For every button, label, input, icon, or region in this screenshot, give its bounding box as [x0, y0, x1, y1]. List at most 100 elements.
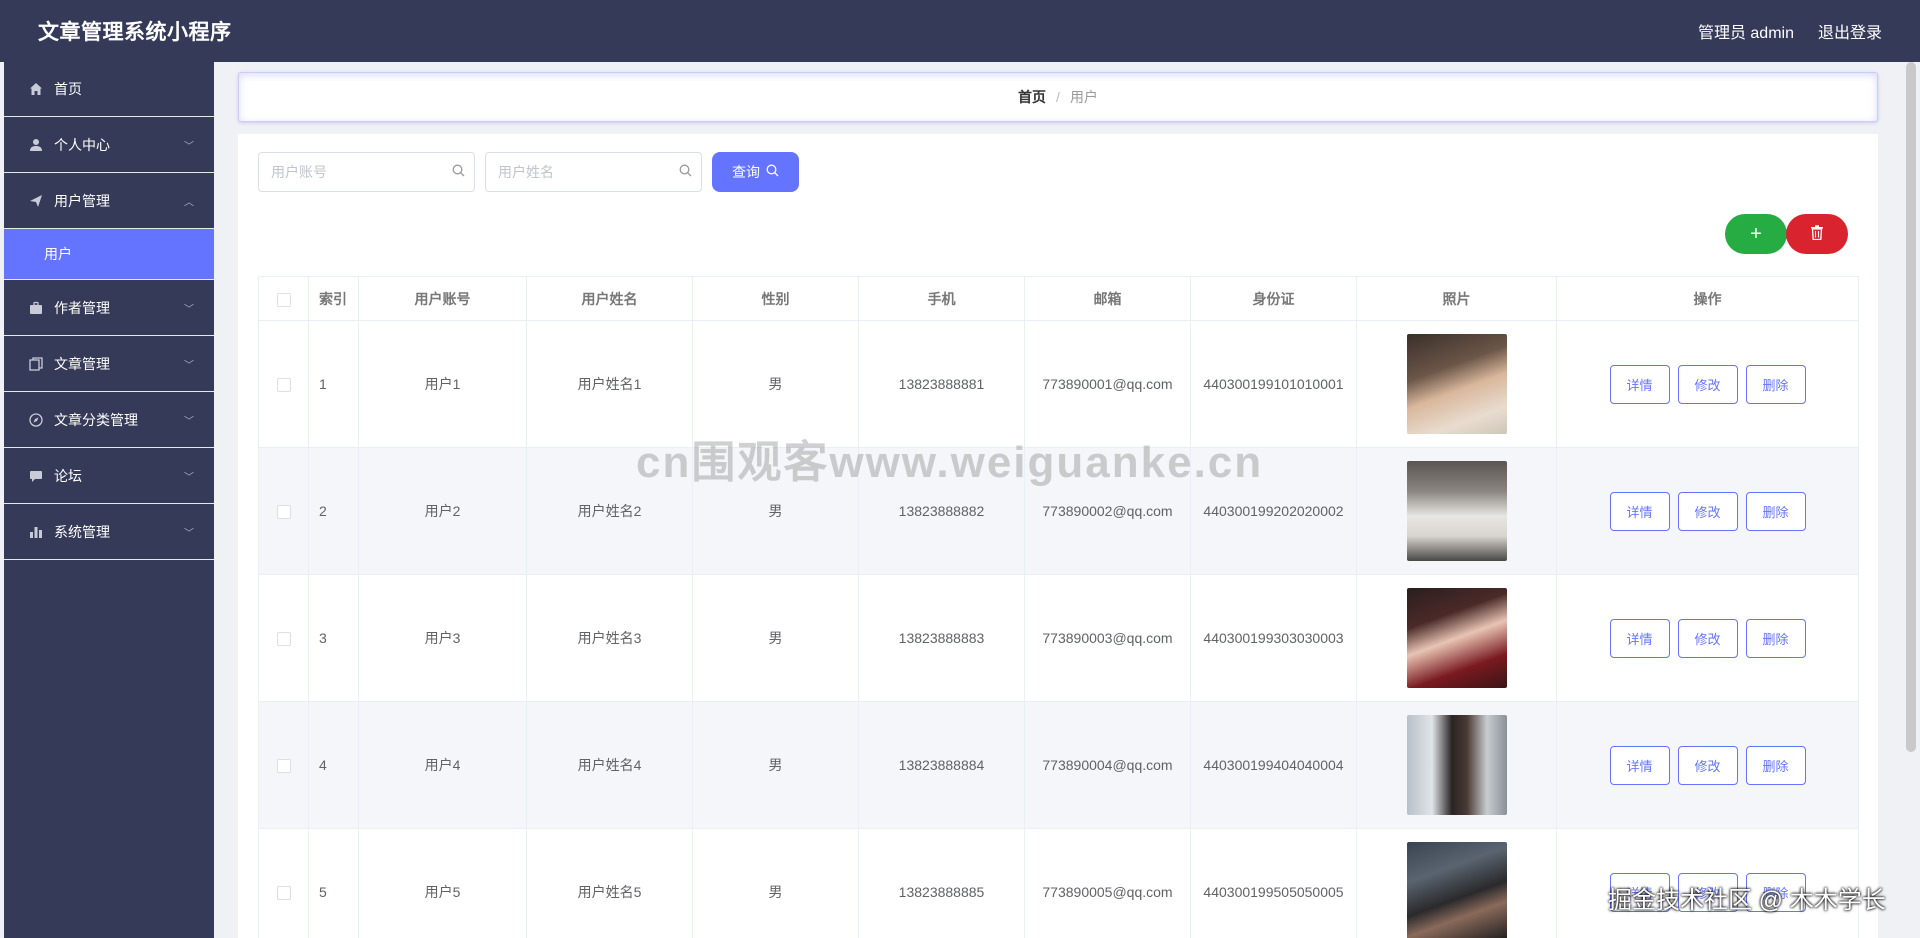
select-all-checkbox[interactable] [276, 292, 291, 307]
column-header: 索引 [308, 276, 359, 321]
email-cell: 773890003@qq.com [1024, 574, 1191, 702]
send-icon [28, 193, 44, 209]
edit-button[interactable]: 修改 [1677, 491, 1738, 531]
name-search-input[interactable] [498, 164, 679, 180]
user-photo[interactable] [1406, 334, 1507, 434]
sidebar-item-article-management[interactable]: 文章管理 ﹀ [4, 336, 214, 392]
detail-button[interactable]: 详情 [1609, 618, 1670, 658]
idcard-cell: 440300199404040004 [1190, 701, 1357, 829]
query-button[interactable]: 查询 [712, 152, 799, 192]
search-bar: 查询 [258, 152, 799, 192]
name-cell: 用户姓名2 [526, 447, 693, 575]
idcard-cell: 440300199303030003 [1190, 574, 1357, 702]
table-row: 3 用户3 用户姓名3 男 13823888883 773890003@qq.c… [258, 574, 1859, 702]
compass-icon [28, 412, 44, 428]
index-cell: 2 [308, 447, 359, 575]
delete-button[interactable]: 删除 [1745, 364, 1806, 404]
column-header: 身份证 [1190, 276, 1357, 321]
admin-label: 管理员 admin [1697, 25, 1794, 42]
home-icon [28, 81, 44, 97]
row-checkbox[interactable] [276, 759, 291, 774]
sidebar: 首页 个人中心 ﹀ 用户管理 ︿ 用户 作者管理 ﹀ 文章管理 ﹀ 文章分类管理… [4, 62, 214, 938]
index-cell: 5 [308, 828, 359, 938]
phone-cell: 13823888881 [858, 320, 1025, 448]
row-select-cell [258, 574, 309, 702]
row-checkbox[interactable] [276, 505, 291, 520]
email-cell: 773890002@qq.com [1024, 447, 1191, 575]
index-cell: 1 [308, 320, 359, 448]
add-button[interactable]: + [1725, 214, 1787, 254]
sidebar-subitem-users[interactable]: 用户 [4, 229, 214, 280]
operations-cell: 详情 修改 删除 [1556, 574, 1859, 702]
gender-cell: 男 [692, 447, 859, 575]
sidebar-item-personal-center[interactable]: 个人中心 ﹀ [4, 117, 214, 173]
delete-button[interactable]: 删除 [1745, 618, 1806, 658]
sidebar-item-system-management[interactable]: 系统管理 ﹀ [4, 504, 214, 560]
operations-cell: 详情 修改 删除 [1556, 701, 1859, 829]
gender-cell: 男 [692, 574, 859, 702]
edit-button[interactable]: 修改 [1677, 745, 1738, 785]
edit-button[interactable]: 修改 [1677, 364, 1738, 404]
sidebar-item-author-management[interactable]: 作者管理 ﹀ [4, 280, 214, 336]
top-header: 文章管理系统小程序 管理员 admin 退出登录 [0, 0, 1920, 62]
sidebar-item-user-management[interactable]: 用户管理 ︿ [4, 173, 214, 229]
logout-link[interactable]: 退出登录 [1818, 19, 1882, 43]
user-photo[interactable] [1406, 461, 1507, 561]
chevron-down-icon: ﹀ [184, 360, 194, 371]
sidebar-item-forum[interactable]: 论坛 ﹀ [4, 448, 214, 504]
briefcase-icon [28, 300, 44, 316]
batch-delete-button[interactable] [1786, 214, 1848, 254]
chevron-down-icon: ﹀ [184, 472, 194, 483]
column-header: 用户账号 [358, 276, 527, 321]
select-all-cell [258, 276, 309, 321]
sidebar-item-home[interactable]: 首页 [4, 62, 214, 117]
query-button-label: 查询 [732, 164, 760, 180]
row-select-cell [258, 320, 309, 448]
row-select-cell [258, 701, 309, 829]
name-cell: 用户姓名3 [526, 574, 693, 702]
page-scrollbar[interactable] [1906, 62, 1916, 752]
idcard-cell: 440300199202020002 [1190, 447, 1357, 575]
table-row: 5 用户5 用户姓名5 男 13823888885 773890005@qq.c… [258, 828, 1859, 938]
phone-cell: 13823888882 [858, 447, 1025, 575]
name-cell: 用户姓名4 [526, 701, 693, 829]
detail-button[interactable]: 详情 [1609, 745, 1670, 785]
table-header-row: 索引 用户账号 用户姓名 性别 手机 邮箱 身份证 照片 操作 [258, 276, 1859, 321]
user-photo[interactable] [1406, 842, 1507, 938]
chevron-up-icon: ︿ [184, 197, 194, 208]
account-cell: 用户5 [358, 828, 527, 938]
detail-button[interactable]: 详情 [1609, 491, 1670, 531]
chevron-down-icon: ﹀ [184, 141, 194, 152]
account-cell: 用户1 [358, 320, 527, 448]
detail-button[interactable]: 详情 [1609, 872, 1670, 912]
operations-cell: 详情 修改 删除 [1556, 447, 1859, 575]
account-search-input[interactable] [271, 164, 452, 180]
delete-button[interactable]: 删除 [1745, 872, 1806, 912]
detail-button[interactable]: 详情 [1609, 364, 1670, 404]
row-checkbox[interactable] [276, 886, 291, 901]
phone-cell: 13823888883 [858, 574, 1025, 702]
sidebar-item-label: 文章管理 [54, 355, 110, 372]
breadcrumb: 首页 / 用户 [238, 72, 1878, 122]
idcard-cell: 440300199505050005 [1190, 828, 1357, 938]
delete-button[interactable]: 删除 [1745, 745, 1806, 785]
user-photo[interactable] [1406, 715, 1507, 815]
index-cell: 4 [308, 701, 359, 829]
breadcrumb-home[interactable]: 首页 [1018, 87, 1046, 107]
row-checkbox[interactable] [276, 632, 291, 647]
row-checkbox[interactable] [276, 378, 291, 393]
bar-chart-icon [28, 524, 44, 540]
email-cell: 773890005@qq.com [1024, 828, 1191, 938]
breadcrumb-current: 用户 [1069, 89, 1098, 105]
user-photo[interactable] [1406, 588, 1507, 688]
sidebar-item-article-category[interactable]: 文章分类管理 ﹀ [4, 392, 214, 448]
edit-button[interactable]: 修改 [1677, 872, 1738, 912]
delete-button[interactable]: 删除 [1745, 491, 1806, 531]
column-header: 照片 [1356, 276, 1557, 321]
sidebar-item-label: 作者管理 [54, 299, 110, 316]
edit-button[interactable]: 修改 [1677, 618, 1738, 658]
column-header: 用户姓名 [526, 276, 693, 321]
sidebar-item-label: 用户管理 [54, 192, 110, 209]
sidebar-item-label: 个人中心 [54, 136, 110, 153]
table-row: 2 用户2 用户姓名2 男 13823888882 773890002@qq.c… [258, 447, 1859, 575]
